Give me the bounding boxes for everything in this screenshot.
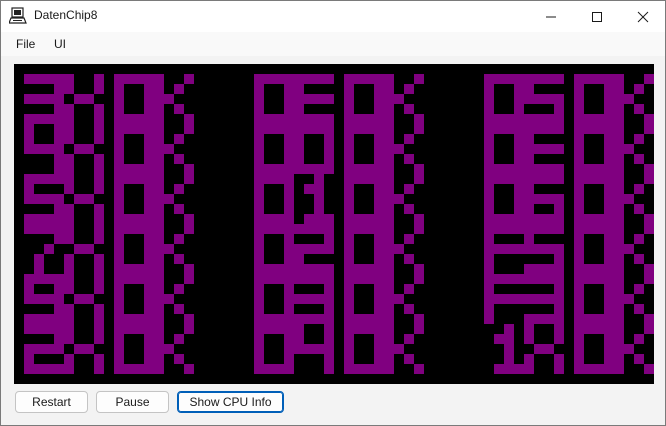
test-result-1-3 [254,224,424,274]
test-result-1-2 [254,174,424,224]
close-icon [637,11,649,22]
title-bar[interactable]: DatenChip8 [1,1,665,32]
test-result-0-4 [24,274,194,324]
restart-button[interactable]: Restart [15,391,88,413]
close-button[interactable] [620,1,666,32]
test-result-2-2 [484,174,654,224]
app-window: DatenChip8 File UI Restart Pause Show CP… [0,0,666,426]
test-result-2-3 [484,224,654,274]
test-result-0-5 [24,324,194,374]
menu-ui[interactable]: UI [54,37,66,51]
test-result-2-4 [484,274,654,324]
test-result-0-1 [24,124,194,174]
chip8-display [14,64,654,384]
minimize-icon [546,16,556,17]
test-result-2-1 [484,124,654,174]
test-result-0-3 [24,224,194,274]
minimize-button[interactable] [528,1,574,32]
maximize-button[interactable] [574,1,620,32]
test-result-1-5 [254,324,424,374]
test-result-2-5 [494,324,654,374]
test-result-1-4 [254,274,424,324]
maximize-icon [592,11,602,22]
test-result-1-1 [254,124,424,174]
menu-file[interactable]: File [16,37,35,51]
test-result-1-0 [254,74,424,124]
chip8-screen [24,74,654,374]
test-result-2-0 [484,74,654,124]
app-icon [8,7,27,25]
menu-bar: File UI [1,32,665,56]
window-title: DatenChip8 [34,8,98,22]
test-result-0-0 [24,74,194,124]
test-result-0-2 [24,174,194,224]
pause-button[interactable]: Pause [96,391,169,413]
show-cpu-info-button[interactable]: Show CPU Info [177,391,284,413]
